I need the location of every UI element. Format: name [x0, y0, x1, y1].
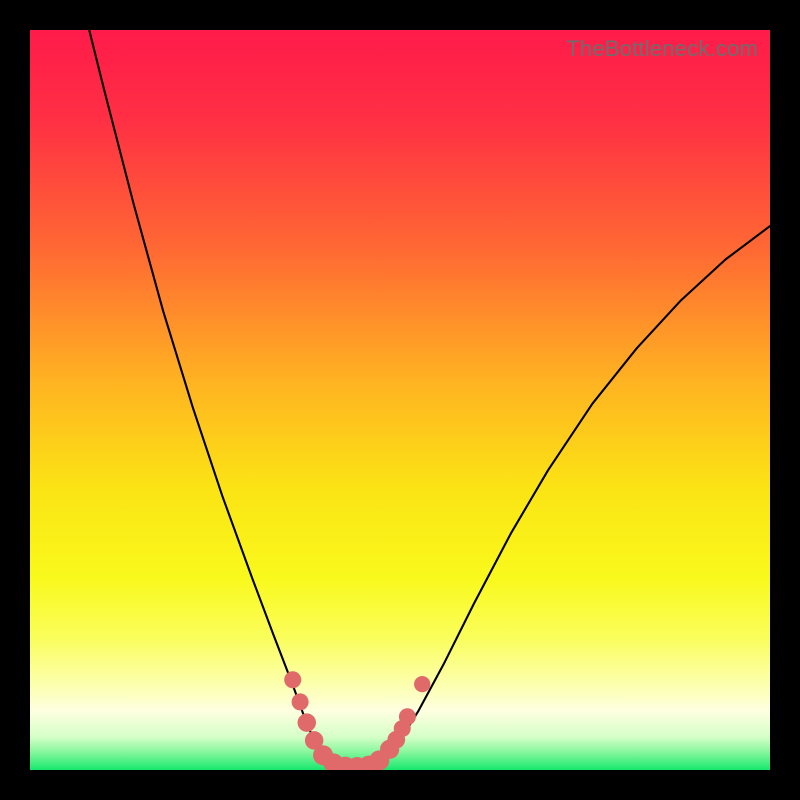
plot-area: TheBottleneck.com	[30, 30, 770, 770]
curve-marker	[284, 671, 301, 688]
curve-marker	[399, 708, 416, 725]
curve-marker	[298, 713, 317, 732]
watermark-text: TheBottleneck.com	[566, 36, 758, 62]
bottleneck-curve	[89, 30, 770, 769]
curve-marker	[414, 676, 430, 692]
curve-markers	[284, 671, 430, 770]
chart-svg	[30, 30, 770, 770]
curve-marker	[292, 693, 309, 710]
chart-frame: TheBottleneck.com	[0, 0, 800, 800]
